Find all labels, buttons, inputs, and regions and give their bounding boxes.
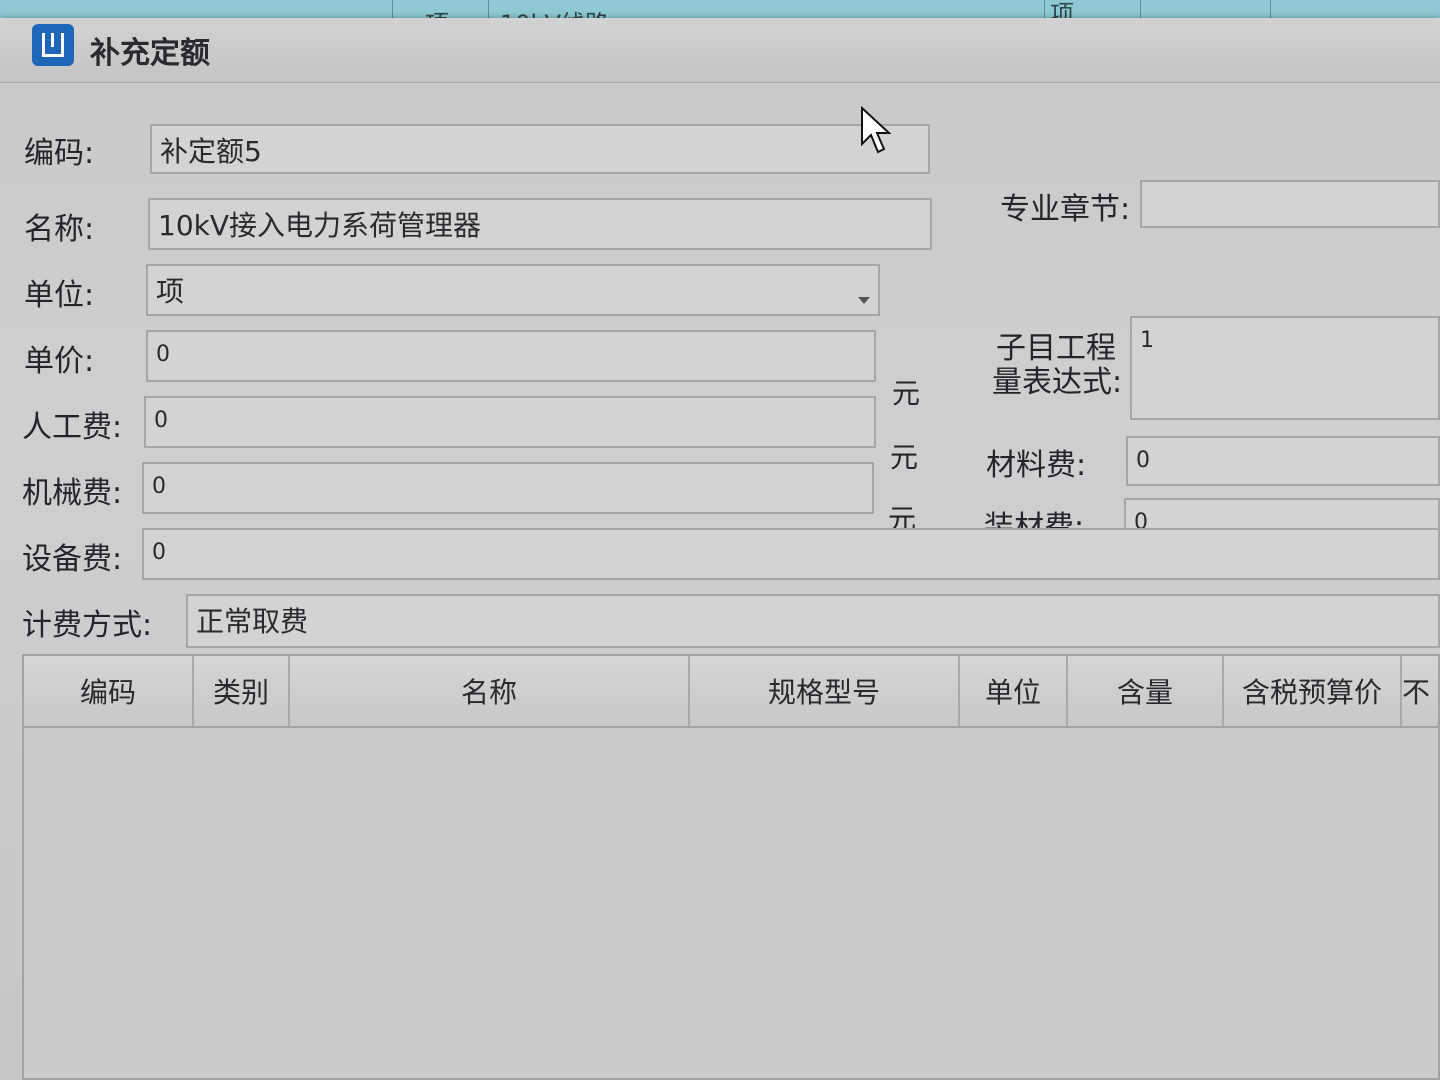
- column-header-quantity[interactable]: 含量: [1068, 656, 1224, 726]
- chapter-field[interactable]: [1140, 180, 1440, 228]
- sub-expression-label-line1: 子目工程: [996, 331, 1116, 366]
- chapter-label: 专业章节:: [1000, 192, 1131, 227]
- column-header-name[interactable]: 名称: [290, 656, 690, 726]
- column-header-next[interactable]: 不: [1402, 656, 1440, 726]
- column-header-category[interactable]: 类别: [194, 656, 290, 726]
- column-header-unit[interactable]: 单位: [960, 656, 1068, 726]
- material-label: 材料费:: [986, 448, 1087, 483]
- price-unit-label: 元: [892, 377, 921, 410]
- sub-expression-label-line2: 量表达式:: [992, 365, 1123, 400]
- unit-select[interactable]: 项: [146, 264, 880, 316]
- column-header-tax-price[interactable]: 含税预算价: [1224, 656, 1402, 726]
- code-label: 编码:: [24, 136, 95, 171]
- table-header: 编码 类别 名称 规格型号 单位 含量 含税预算价 不: [24, 656, 1438, 728]
- app-logo-icon: [32, 24, 74, 66]
- name-label: 名称:: [24, 212, 95, 247]
- sub-expression-label: 子目工程 量表达式:: [992, 332, 1122, 400]
- mouse-pointer-icon: [861, 106, 892, 154]
- price-field[interactable]: 0: [146, 330, 876, 382]
- table-body[interactable]: [24, 728, 1438, 1078]
- sub-expression-field[interactable]: 1: [1130, 316, 1440, 420]
- labor-field[interactable]: 0: [144, 396, 876, 448]
- column-header-spec[interactable]: 规格型号: [690, 656, 960, 726]
- unit-select-value: 项: [156, 275, 185, 308]
- equipment-label: 设备费:: [22, 542, 123, 577]
- supplementary-quota-dialog: 补充定额 编码: 补定额5 专业章节: 名称: 10kV接入电力系荷管理器 单位…: [0, 18, 1440, 1080]
- billing-method-label: 计费方式:: [22, 608, 153, 643]
- resource-table: 编码 类别 名称 规格型号 单位 含量 含税预算价 不: [22, 654, 1440, 1080]
- machine-label: 机械费:: [22, 476, 123, 511]
- dialog-title: 补充定额: [90, 36, 210, 71]
- equipment-field[interactable]: 0: [142, 528, 1440, 580]
- billing-method-select[interactable]: 正常取费: [186, 594, 1440, 648]
- labor-unit-label: 元: [890, 441, 919, 474]
- name-field[interactable]: 10kV接入电力系荷管理器: [148, 198, 932, 250]
- material-field[interactable]: 0: [1126, 436, 1440, 486]
- labor-label: 人工费:: [22, 410, 123, 445]
- code-field[interactable]: 补定额5: [150, 124, 930, 174]
- chevron-down-icon[interactable]: [858, 297, 870, 304]
- machine-field[interactable]: 0: [142, 462, 874, 514]
- dialog-titlebar[interactable]: 补充定额: [0, 18, 1440, 83]
- column-header-code[interactable]: 编码: [24, 656, 194, 726]
- unit-label: 单位:: [24, 278, 95, 313]
- price-label: 单价:: [24, 344, 95, 379]
